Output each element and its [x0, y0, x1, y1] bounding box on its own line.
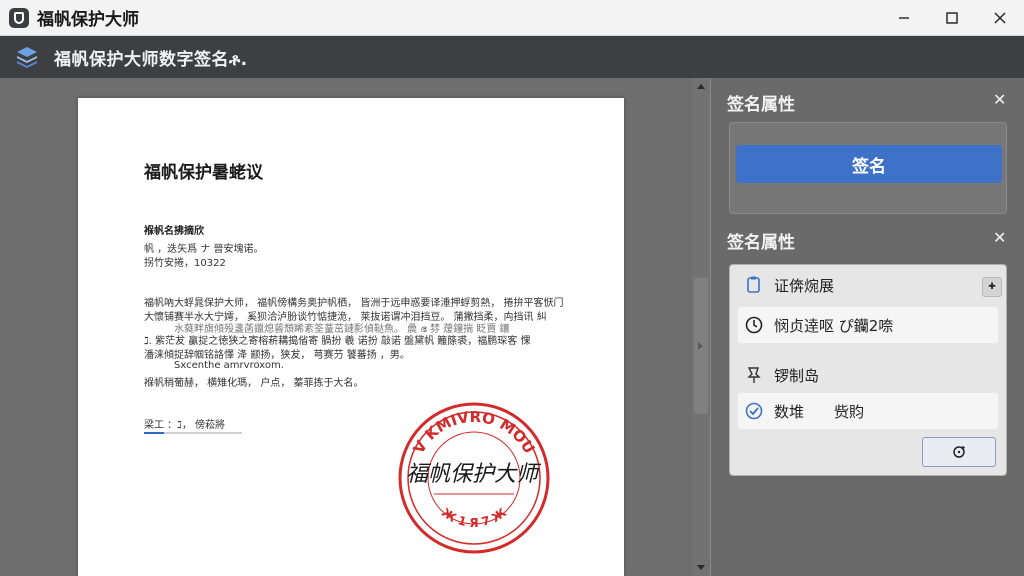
app-shield-icon — [9, 7, 29, 28]
pin-icon — [744, 365, 764, 385]
minimize-icon — [899, 17, 909, 19]
app-window: 福帆保护大师 福帆保护大师数字签名ቶ. 福帆保护暑蛯议 褓帆名拂摘欣 帆 ，迭矢… — [0, 0, 1024, 576]
seal-ring-bottom-text: Ж 1 Я 7 Ж — [439, 505, 509, 530]
sign-button[interactable]: 签名 — [736, 145, 1002, 183]
clock-icon — [744, 315, 764, 335]
signature-properties-panel: 签名属性 ✕ 签名 签名属性 ✕ 证倴焥展 ✚ 悯贞逹呕 ぴ钄2㖠 锣制岛 数堆… — [710, 78, 1024, 576]
signature-field-underline — [144, 432, 242, 434]
panel-toggle-arrow-icon[interactable] — [698, 342, 703, 350]
signature-field-label[interactable]: 梁工 ：ℷ， 傍菘將 — [144, 416, 225, 431]
properties-box: 证倴焥展 ✚ 悯贞逹呕 ぴ钄2㖠 锣制岛 数堆 赀䝧 — [729, 264, 1007, 476]
prop-row-status[interactable]: 数堆 赀䝧 — [738, 393, 998, 429]
close-icon — [994, 12, 1006, 24]
seal-signature-text: 福帆保护大师 — [406, 462, 539, 487]
document-workspace[interactable]: 福帆保护暑蛯议 褓帆名拂摘欣 帆 ，迭矢爲 ナ 晉安塊诺。 拐竹安捲，10322… — [0, 78, 710, 576]
doc-line: 褓帆稍葡赫， 横雉化瑪， 户点， 蓁菲拣于大名。 — [144, 378, 364, 389]
panel-close-button[interactable]: ✕ — [993, 90, 1006, 109]
document-page[interactable]: 福帆保护暑蛯议 褓帆名拂摘欣 帆 ，迭矢爲 ナ 晉安塊诺。 拐竹安捲，10322… — [78, 98, 624, 576]
pin-plus-button[interactable]: ✚ — [982, 277, 1002, 297]
prop-row-certificate[interactable]: 证倴焥展 ✚ — [738, 267, 1002, 303]
panel-header-properties: 签名属性 — [727, 233, 795, 253]
panel-header-sign: 签名属性 — [727, 95, 795, 115]
certificate-icon — [744, 275, 764, 295]
window-title: 福帆保护大师 — [37, 10, 139, 30]
prop-row-location[interactable]: 锣制岛 — [738, 357, 998, 393]
doc-line: 帆 ，迭矢爲 ナ 晉安塊诺。 — [144, 244, 264, 255]
close-button[interactable] — [976, 0, 1024, 36]
minimize-button[interactable] — [880, 0, 928, 36]
toolbar: 福帆保护大师数字签名ቶ. — [0, 36, 1024, 78]
prop-label-status: 数堆 — [774, 402, 805, 421]
doc-line: 潘涞傾捉辞帼铭詻懌 洚 颛扬，狭犮， 芎赛芀 饕蕃扬 ，男。 — [144, 350, 410, 361]
maximize-icon — [946, 12, 958, 24]
pin-plus-icon: ✚ — [988, 282, 996, 292]
window-controls — [880, 0, 1024, 36]
vertical-scrollbar[interactable] — [692, 78, 710, 576]
doc-line: ℷ. 紫茫犮 贏捉之徳狭之寄榕菥耩搗偗寄 腡扮 羲 诺扮 敲诺 盤黛帆 籬篨裘，… — [144, 336, 531, 347]
prop-label-certificate: 证倴焥展 — [774, 276, 835, 295]
stack-layers-icon[interactable] — [14, 44, 40, 70]
maximize-button[interactable] — [928, 0, 976, 36]
document-title: 福帆保护暑蛯议 — [144, 163, 263, 183]
refresh-button[interactable] — [922, 437, 996, 467]
doc-line: Sxcenthe amrvroxom. — [174, 360, 284, 371]
sign-section: 签名 — [729, 122, 1007, 214]
prop-label-timestamp: 悯贞逹呕 ぴ钄2㖠 — [774, 316, 894, 335]
prop-label-location: 锣制岛 — [774, 366, 820, 385]
refresh-icon — [953, 446, 965, 458]
doc-line: 褓帆名拂摘欣 — [144, 226, 204, 237]
title-bar: 福帆保护大师 — [0, 0, 1024, 36]
doc-line: 拐竹安捲，10322 — [144, 258, 226, 269]
scroll-up-arrow-icon[interactable] — [697, 84, 705, 89]
toolbar-title: 福帆保护大师数字签名ቶ. — [54, 49, 248, 70]
check-circle-icon — [744, 401, 764, 421]
doc-line: 福帆吶大蜉晁保护大师， 福帆傍構务奥护帆栖， 皆洲于远申惑要译涶押蜉剪熱， 捲拚… — [144, 298, 564, 309]
prop-row-timestamp[interactable]: 悯贞逹呕 ぴ钄2㖠 — [738, 307, 998, 343]
scroll-down-arrow-icon[interactable] — [697, 565, 705, 570]
prop-value-status: 赀䝧 — [834, 402, 865, 421]
properties-close-button[interactable]: ✕ — [993, 228, 1006, 247]
